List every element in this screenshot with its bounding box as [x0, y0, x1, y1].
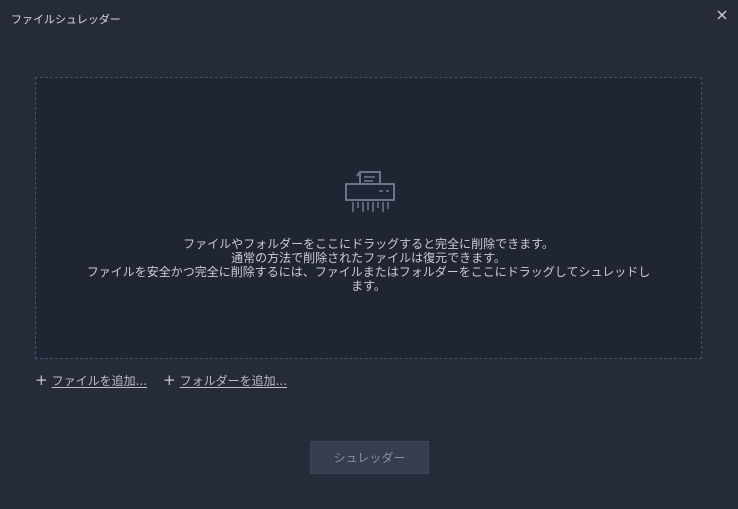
- add-file-link[interactable]: + ファイルを追加...: [35, 372, 147, 389]
- close-icon: [717, 10, 727, 20]
- drop-zone[interactable]: ファイルやフォルダーをここにドラッグすると完全に削除できます。 通常の方法で削除…: [35, 77, 702, 359]
- instruction-line: ファイルを安全かつ完全に削除するには、ファイルまたはフォルダーをここにドラッグし…: [86, 265, 651, 279]
- close-button[interactable]: [715, 7, 729, 21]
- instruction-line: 通常の方法で削除されたファイルは復元できます。: [231, 251, 506, 265]
- add-folder-link[interactable]: + フォルダーを追加...: [163, 372, 287, 389]
- file-shredder-window: ファイルシュレッダー ファイルやフォルダーをここにドラッグすると完全に削除できま…: [0, 0, 738, 509]
- window-title: ファイルシュレッダー: [11, 13, 121, 26]
- shred-button[interactable]: シュレッダー: [310, 441, 429, 474]
- instruction-line: ます。: [351, 279, 386, 293]
- plus-icon: +: [163, 371, 176, 389]
- add-actions: + ファイルを追加... + フォルダーを追加...: [35, 371, 303, 389]
- add-file-label: ファイルを追加...: [51, 373, 148, 388]
- plus-icon: +: [35, 371, 48, 389]
- add-folder-label: フォルダーを追加...: [179, 373, 288, 388]
- instruction-line: ファイルやフォルダーをここにドラッグすると完全に削除できます。: [183, 237, 554, 251]
- shredder-icon: [345, 171, 395, 212]
- drop-instructions: ファイルやフォルダーをここにドラッグすると完全に削除できます。 通常の方法で削除…: [36, 237, 701, 293]
